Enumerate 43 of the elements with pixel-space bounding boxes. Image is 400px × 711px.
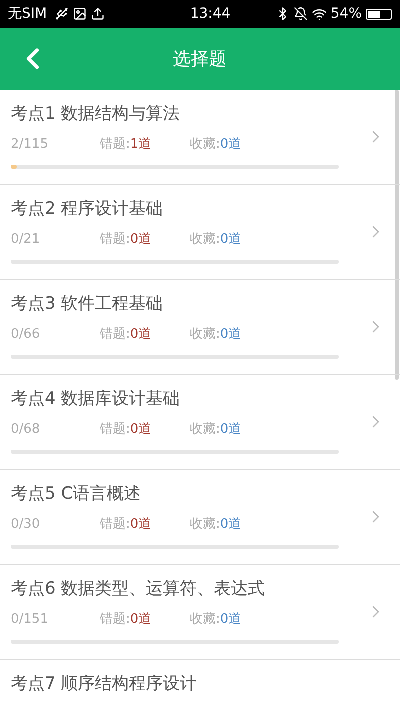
progress-count: 0/68 xyxy=(11,421,42,439)
wrong-count: 错题:1道 xyxy=(100,136,153,154)
wrong-count: 错题:0道 xyxy=(100,611,153,629)
topic-list-item[interactable]: 考点5 C语言概述 0/30 错题:0道 收藏:0道 xyxy=(0,470,400,565)
image-icon xyxy=(73,7,88,21)
topic-title: 考点3 软件工程基础 xyxy=(11,293,164,316)
topic-list-item[interactable]: 考点2 程序设计基础 0/21 错题:0道 收藏:0道 xyxy=(0,185,400,280)
wrong-count: 错题:0道 xyxy=(100,421,153,439)
scrollbar-icon xyxy=(395,90,399,380)
wrong-count: 错题:0道 xyxy=(100,326,153,344)
favorite-count: 收藏:0道 xyxy=(190,136,242,154)
usb-icon xyxy=(55,7,70,21)
topic-list-item[interactable]: 考点4 数据库设计基础 0/68 错题:0道 收藏:0道 xyxy=(0,375,400,470)
topic-title: 考点2 程序设计基础 xyxy=(11,198,164,221)
favorite-count: 收藏:0道 xyxy=(190,421,242,439)
favorite-count: 收藏:0道 xyxy=(190,516,242,534)
battery-icon xyxy=(366,8,392,20)
topic-list-item[interactable]: 考点1 数据结构与算法 2/115 错题:1道 收藏:0道 xyxy=(0,90,400,185)
topic-title: 考点4 数据库设计基础 xyxy=(11,388,182,411)
battery-percent: 54% xyxy=(330,4,362,24)
progress-count: 0/30 xyxy=(11,516,42,534)
topic-list-item[interactable]: 考点3 软件工程基础 0/66 错题:0道 收藏:0道 xyxy=(0,280,400,375)
topic-list-item[interactable]: 考点7 顺序结构程序设计 xyxy=(0,660,400,711)
topic-title: 考点5 C语言概述 xyxy=(11,483,142,506)
favorite-count: 收藏:0道 xyxy=(190,231,242,249)
topic-title: 考点1 数据结构与算法 xyxy=(11,103,182,126)
progress-count: 0/66 xyxy=(11,326,42,344)
carrier-text: 无SIM xyxy=(8,4,48,24)
progress-count: 2/115 xyxy=(11,136,50,154)
topic-title: 考点6 数据类型、运算符、表达式 xyxy=(11,578,266,601)
clock-text: 13:44 xyxy=(190,4,231,24)
favorite-count: 收藏:0道 xyxy=(190,611,242,629)
wrong-count: 错题:0道 xyxy=(100,231,153,249)
topic-title: 考点7 顺序结构程序设计 xyxy=(11,673,198,696)
progress-count: 0/151 xyxy=(11,611,50,629)
wifi-icon xyxy=(312,6,327,22)
progress-count: 0/21 xyxy=(11,231,42,249)
favorite-count: 收藏:0道 xyxy=(190,326,242,344)
bell-off-icon xyxy=(294,7,308,21)
page-title: 选择题 xyxy=(173,48,227,72)
topic-list-item[interactable]: 考点6 数据类型、运算符、表达式 0/151 错题:0道 收藏:0道 xyxy=(0,565,400,660)
wrong-count: 错题:0道 xyxy=(100,516,153,534)
upload-icon xyxy=(91,7,106,21)
